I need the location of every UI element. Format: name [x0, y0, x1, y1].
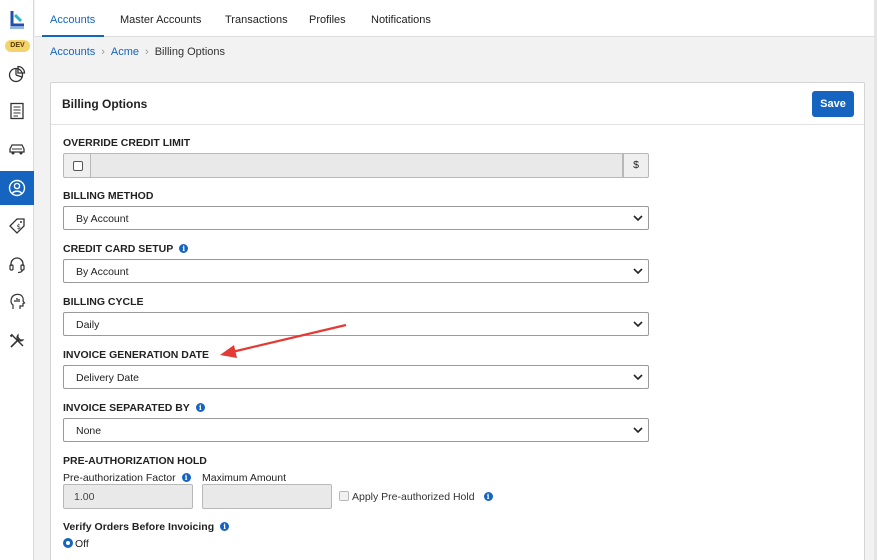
annotation-arrow — [220, 323, 347, 358]
